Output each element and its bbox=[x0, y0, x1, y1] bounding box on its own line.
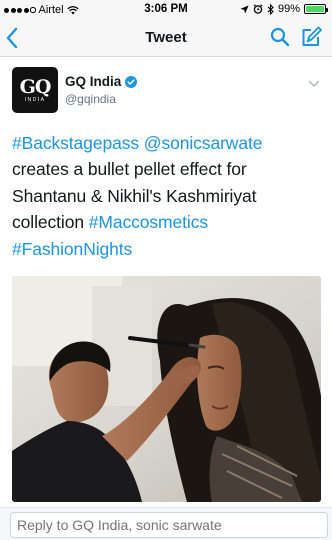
author-display-name: GQ India bbox=[65, 74, 122, 89]
avatar-logo-subtext: INDIA bbox=[24, 96, 46, 103]
tweet-author[interactable]: GQ INDIA GQ India @gqindia bbox=[12, 67, 322, 115]
hashtag-link[interactable]: #Maccosmetics bbox=[89, 212, 208, 232]
tweet-photo[interactable] bbox=[12, 276, 321, 502]
avatar-logo-text: GQ bbox=[19, 75, 52, 98]
bluetooth-icon bbox=[267, 3, 274, 15]
tweet-text: #Backstagepass @sonicsarwate creates a b… bbox=[12, 130, 322, 262]
alarm-icon bbox=[253, 4, 263, 14]
compose-icon bbox=[302, 26, 322, 46]
status-bar: Airtel 3:06 PM 99% bbox=[0, 0, 332, 20]
navigation-bar: Tweet bbox=[0, 20, 332, 57]
battery-percent: 99% bbox=[277, 3, 300, 15]
hashtag-link[interactable]: #FashionNights bbox=[12, 239, 132, 259]
hashtag-link[interactable]: #Backstagepass bbox=[12, 133, 139, 153]
search-icon bbox=[270, 27, 290, 47]
location-arrow-icon bbox=[240, 4, 249, 14]
status-icons: 99% bbox=[240, 3, 328, 15]
chevron-down-icon bbox=[308, 80, 320, 88]
author-name[interactable]: GQ India bbox=[65, 74, 138, 89]
search-button[interactable] bbox=[270, 27, 290, 52]
tweet-options-button[interactable] bbox=[308, 75, 320, 93]
reply-bar bbox=[0, 507, 332, 540]
compose-button[interactable] bbox=[300, 26, 322, 53]
author-handle[interactable]: @gqindia bbox=[65, 92, 116, 106]
battery-icon bbox=[304, 4, 328, 14]
reply-input[interactable] bbox=[10, 512, 328, 538]
backstage-photo-image bbox=[12, 276, 321, 502]
mention-link[interactable]: @sonicsarwate bbox=[144, 133, 263, 153]
verified-badge-icon bbox=[125, 75, 138, 88]
avatar[interactable]: GQ INDIA bbox=[12, 67, 58, 113]
